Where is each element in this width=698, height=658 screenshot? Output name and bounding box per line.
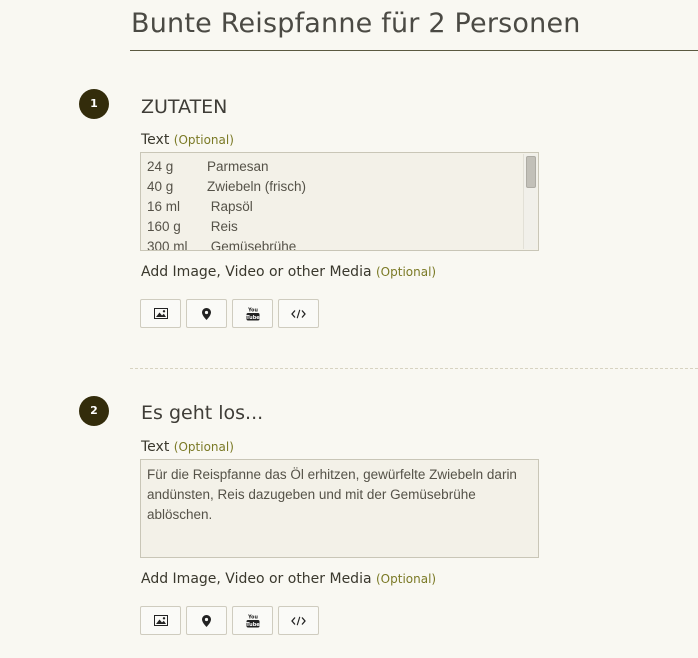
image-icon bbox=[153, 615, 168, 626]
ingredient-name: Reis bbox=[207, 219, 238, 234]
image-icon bbox=[153, 308, 168, 319]
ingredients-textarea[interactable]: 24 g Parmesan 40 g Zwiebeln (frisch) 16 ml… bbox=[140, 152, 539, 251]
text-field-label: Text (Optional) bbox=[141, 439, 234, 455]
step-number-badge: 1 bbox=[79, 89, 109, 119]
location-pin-icon bbox=[202, 614, 211, 627]
ingredient-name: Parmesan bbox=[207, 159, 269, 174]
add-location-button[interactable] bbox=[186, 299, 227, 328]
list-item: 300 ml Gemüsebrühe bbox=[141, 237, 306, 251]
list-item: 16 ml Rapsöl bbox=[141, 197, 306, 217]
add-embed-code-button[interactable] bbox=[278, 606, 319, 635]
youtube-icon: YouTube bbox=[245, 306, 260, 320]
optional-hint: (Optional) bbox=[173, 133, 234, 147]
textarea-content: Für die Reispfanne das Öl erhitzen, gewü… bbox=[147, 467, 517, 522]
text-field-label: Text (Optional) bbox=[141, 132, 234, 148]
add-video-button[interactable]: You Tube bbox=[232, 606, 273, 635]
add-embed-code-button[interactable] bbox=[278, 299, 319, 328]
text-label: Text bbox=[141, 132, 170, 148]
step-heading[interactable]: ZUTATEN bbox=[141, 96, 227, 118]
svg-text:You: You bbox=[247, 307, 258, 313]
svg-text:Tube: Tube bbox=[246, 314, 260, 320]
ingredient-name: Gemüsebrühe bbox=[207, 239, 297, 251]
location-pin-icon bbox=[202, 307, 211, 320]
ingredient-qty: 16 ml bbox=[147, 199, 181, 214]
ingredient-name: Rapsöl bbox=[207, 199, 253, 214]
step-heading[interactable]: Es geht los... bbox=[141, 402, 263, 424]
ingredient-qty: 300 ml bbox=[147, 239, 188, 251]
step-number-badge: 2 bbox=[79, 396, 109, 426]
media-label: Add Image, Video or other Media bbox=[141, 264, 372, 280]
add-image-button[interactable] bbox=[140, 299, 181, 328]
page-title: Bunte Reispfanne für 2 Personen bbox=[131, 8, 581, 39]
instructions-textarea[interactable]: Für die Reispfanne das Öl erhitzen, gewü… bbox=[140, 459, 539, 558]
text-label: Text bbox=[141, 439, 170, 455]
code-icon bbox=[291, 616, 306, 625]
title-underline bbox=[130, 50, 698, 51]
media-button-group: You Tube bbox=[140, 606, 319, 635]
youtube-icon: YouTube bbox=[245, 613, 260, 627]
scrollbar-thumb[interactable] bbox=[526, 156, 536, 188]
add-location-button[interactable] bbox=[186, 606, 227, 635]
section-divider bbox=[130, 368, 698, 369]
ingredient-list: 24 g Parmesan 40 g Zwiebeln (frisch) 16 ml… bbox=[141, 157, 306, 251]
svg-text:You: You bbox=[247, 614, 258, 620]
media-field-label: Add Image, Video or other Media (Optiona… bbox=[141, 571, 436, 587]
code-icon bbox=[291, 309, 306, 318]
media-label: Add Image, Video or other Media bbox=[141, 571, 372, 587]
ingredient-qty: 24 g bbox=[147, 159, 174, 174]
textarea-scrollbar[interactable] bbox=[523, 154, 537, 249]
list-item: 160 g Reis bbox=[141, 217, 306, 237]
media-field-label: Add Image, Video or other Media (Optiona… bbox=[141, 264, 436, 280]
svg-text:Tube: Tube bbox=[246, 621, 260, 627]
optional-hint: (Optional) bbox=[173, 440, 234, 454]
ingredient-qty: 160 g bbox=[147, 219, 181, 234]
list-item: 40 g Zwiebeln (frisch) bbox=[141, 177, 306, 197]
optional-hint: (Optional) bbox=[376, 265, 437, 279]
ingredient-name: Zwiebeln (frisch) bbox=[207, 179, 307, 194]
list-item: 24 g Parmesan bbox=[141, 157, 306, 177]
add-video-button[interactable]: You Tube bbox=[232, 299, 273, 328]
ingredient-qty: 40 g bbox=[147, 179, 174, 194]
optional-hint: (Optional) bbox=[376, 572, 437, 586]
media-button-group: You Tube bbox=[140, 299, 319, 328]
add-image-button[interactable] bbox=[140, 606, 181, 635]
